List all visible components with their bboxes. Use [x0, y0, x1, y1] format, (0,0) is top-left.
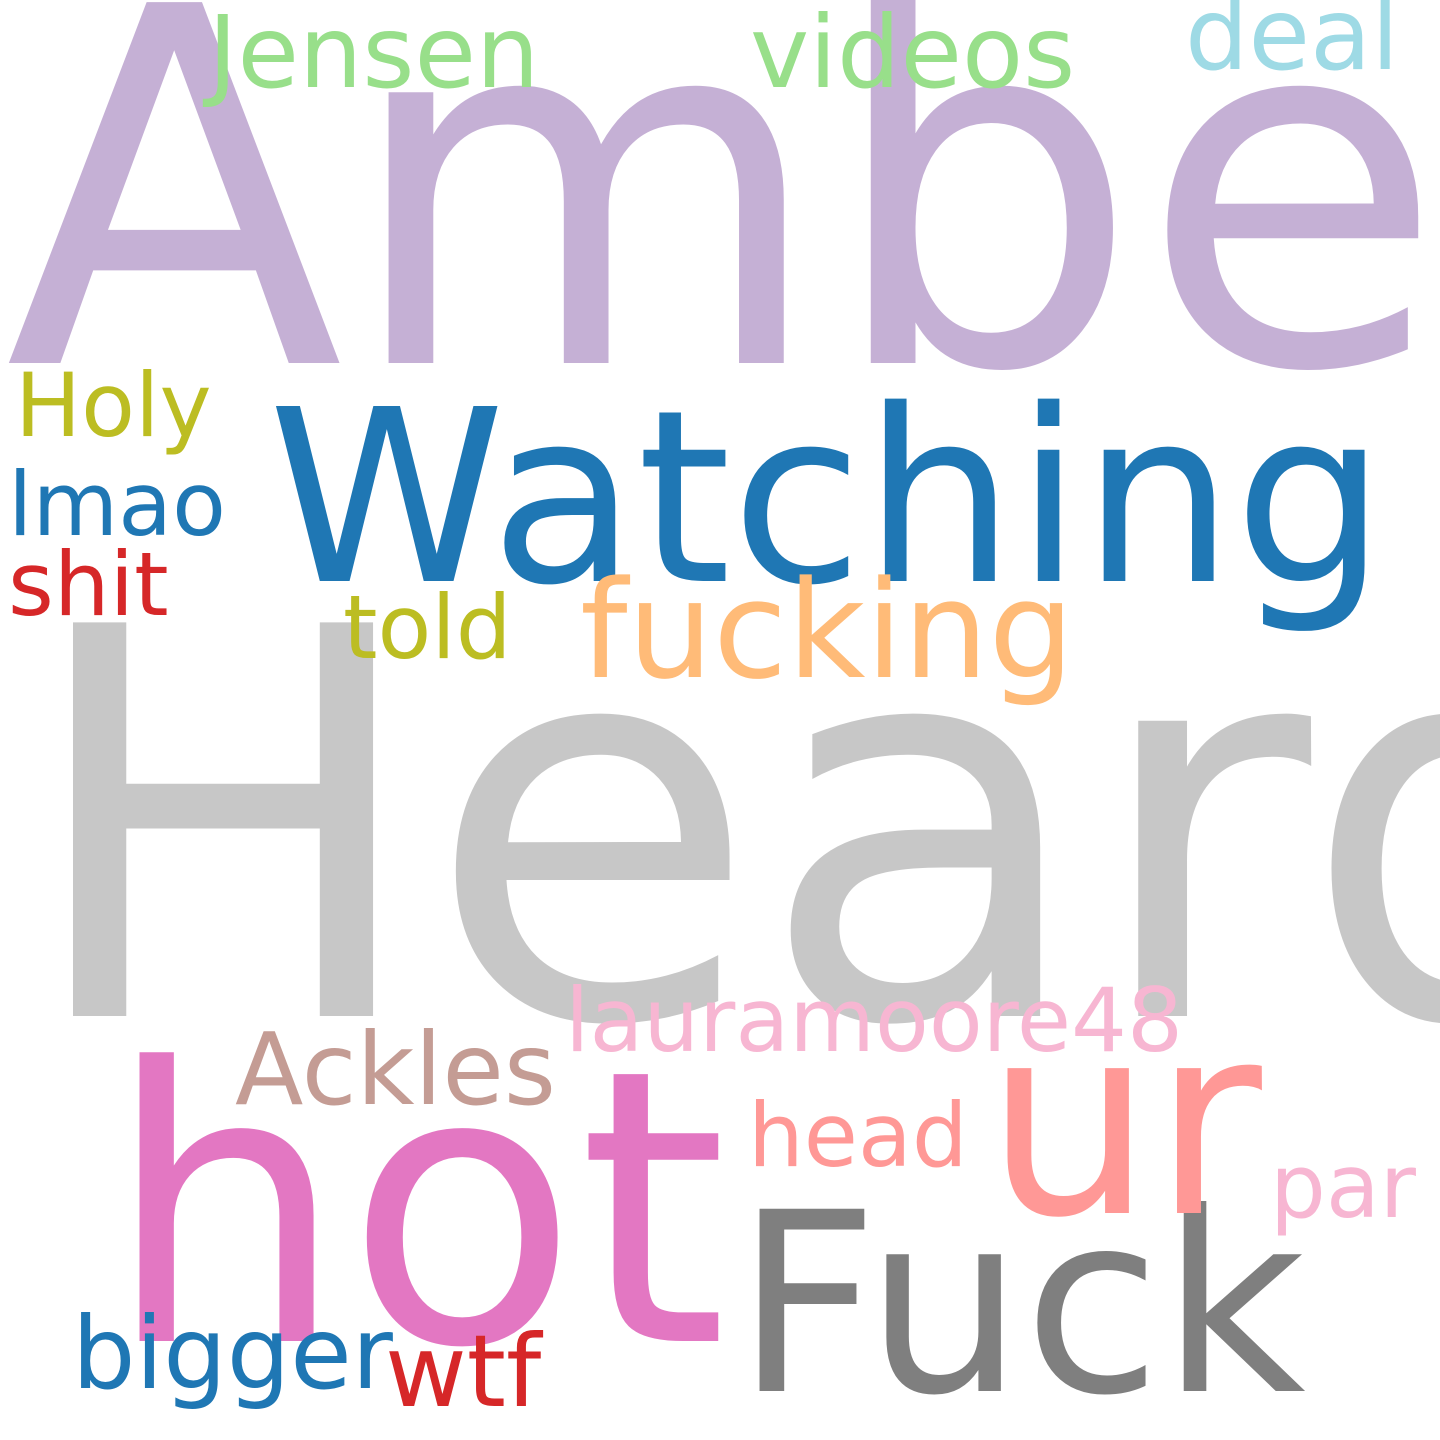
word-wtf: wtf — [385, 1313, 542, 1430]
word-ackles: Ackles — [235, 1011, 556, 1128]
word-deal: deal — [1185, 0, 1400, 93]
word-told: told — [343, 576, 512, 679]
word-jensen: Jensen — [208, 0, 540, 111]
word-videos: videos — [750, 0, 1076, 111]
word-lauramoore48: lauramoore48 — [565, 969, 1184, 1072]
word-holy: Holy — [15, 354, 212, 457]
word-par: par — [1270, 1135, 1416, 1238]
word-fucking: fucking — [580, 552, 1075, 709]
word-head: head — [748, 1084, 968, 1187]
word-cloud: Amber Heard Watching hot Fuck ur fucking… — [0, 0, 1440, 1440]
word-bigger: bigger — [72, 1295, 393, 1412]
word-shit: shit — [8, 533, 169, 636]
